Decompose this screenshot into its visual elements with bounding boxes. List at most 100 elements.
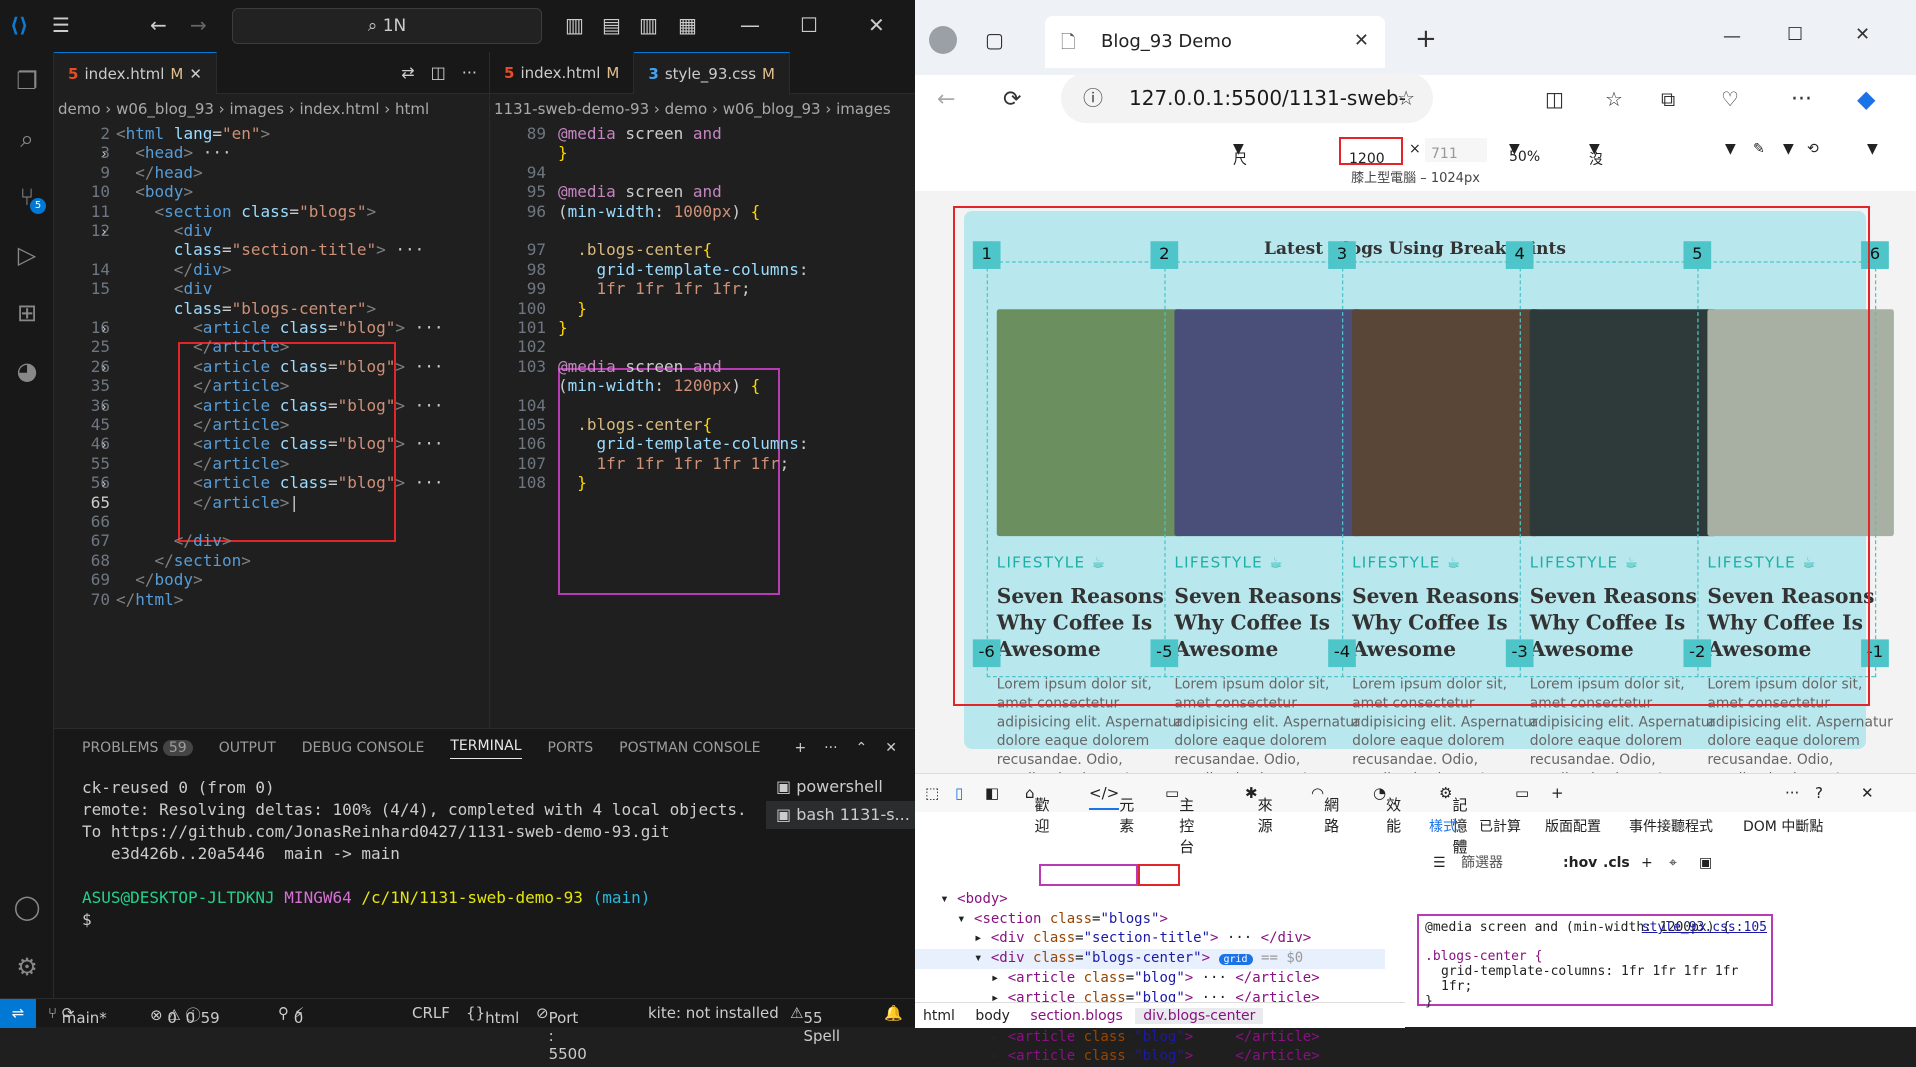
dom-node-selected[interactable]: ▾ <div class="blogs-center"> grid == $0 (915, 948, 1385, 969)
close-icon[interactable]: ✕ (868, 13, 885, 37)
minimize-icon[interactable]: — (1723, 26, 1741, 47)
more-options-icon[interactable]: ▼ (1725, 141, 1736, 157)
help-icon[interactable]: ? (1815, 784, 1823, 802)
tab-more-icon[interactable]: ▭ (1515, 784, 1529, 802)
maximize-icon[interactable]: ☐ (800, 13, 818, 37)
toggle-panel-icon[interactable]: ▤ (602, 13, 621, 37)
new-tab-icon[interactable]: + (1415, 24, 1437, 54)
extensions-icon[interactable]: ⊞ (12, 298, 42, 328)
dock-icon[interactable]: ◧ (985, 784, 999, 802)
zoom-dropdown[interactable]: 50% ▼ (1509, 141, 1540, 165)
eyedropper-icon[interactable]: ✎ (1753, 141, 1765, 157)
back-icon[interactable]: ← (937, 87, 955, 112)
tab-performance[interactable]: ◔ 效能 (1373, 784, 1401, 835)
width-input[interactable]: 1200 (1339, 137, 1403, 167)
dom-node[interactable]: ▾ <body> (915, 890, 1385, 910)
tab-memory[interactable]: ⚙ 記憶體 (1439, 784, 1467, 856)
command-search-input[interactable]: ⌕ 1N (232, 8, 542, 44)
fold-chevron-icon[interactable]: › (100, 223, 108, 242)
device-breakpoint-bar[interactable]: 膝上型電腦 – 1024px (915, 167, 1916, 191)
tab-sources[interactable]: ✱ 來源 (1245, 784, 1273, 835)
eol-indicator[interactable]: CRLF (412, 1004, 450, 1022)
crumb-div[interactable]: div.blogs-center (1135, 1008, 1264, 1024)
tab-ports[interactable]: PORTS (548, 740, 594, 756)
collections-icon[interactable]: ⧉ (1661, 87, 1675, 111)
fold-chevron-icon[interactable]: › (100, 398, 108, 417)
tab-computed[interactable]: 已計算 (1479, 812, 1521, 842)
rule-declaration[interactable]: grid-template-columns: 1fr 1fr 1fr 1fr 1… (1425, 964, 1765, 994)
throttle-dropdown[interactable]: 沒有節流設定 ▼ (1589, 141, 1603, 268)
terminal-item-bash[interactable]: ▣ bash 1131-s... (766, 801, 915, 829)
browser-essentials-icon[interactable]: ♡ (1721, 87, 1739, 111)
refresh-icon[interactable]: ⟳ (1003, 87, 1021, 112)
split-screen-icon[interactable]: ◫ (1545, 87, 1564, 111)
fold-chevron-icon[interactable]: › (100, 359, 108, 378)
breadcrumb[interactable]: 1131-sweb-demo-93 › demo › w06_blog_93 ›… (490, 94, 915, 124)
toggle-secondary-icon[interactable]: ▥ (639, 13, 658, 37)
maximize-panel-icon[interactable]: ⌃ (856, 740, 868, 756)
close-tab-icon[interactable]: ✕ (1354, 30, 1369, 51)
sidebar-toggle-icon[interactable]: ▣ (1699, 848, 1712, 878)
compare-icon[interactable]: ⇄ (401, 63, 414, 82)
dom-node[interactable]: ▸ <article class="blog"> ··· </article> (915, 969, 1385, 989)
rule-source-link[interactable]: style_93.css:105 (1642, 920, 1767, 935)
dom-node[interactable]: ▸ <div class="section-title"> ··· </div> (915, 929, 1385, 949)
more-actions-icon[interactable]: ··· (462, 63, 477, 82)
filter-input[interactable]: 篩選器 (1461, 848, 1503, 878)
remote-icon[interactable]: ⇌ (0, 999, 36, 1028)
tab-elements[interactable]: </> 元素 (1089, 784, 1134, 835)
source-control-icon[interactable]: ⑂ 5 (12, 182, 46, 214)
tab-style-css[interactable]: 3 style_93.css M (634, 52, 790, 94)
more-tools-icon[interactable]: ··· (1785, 784, 1799, 802)
tab-dom-breakpoints[interactable]: DOM 中斷點 (1743, 812, 1823, 842)
tab-index-html-left[interactable]: 5 index.html M ✕ (54, 52, 217, 94)
search-icon[interactable]: ⌕ (12, 124, 42, 154)
settings-gear-icon[interactable]: ⚙ (12, 952, 42, 982)
tab-layout[interactable]: 版面配置 (1545, 812, 1601, 842)
inspect-icon[interactable]: ⬚ (925, 784, 939, 802)
copilot-icon[interactable]: ◆ (1857, 85, 1875, 113)
run-debug-icon[interactable]: ▷ (12, 240, 42, 270)
ports-indicator[interactable]: ⚲ 0 ⚡ (278, 1004, 304, 1027)
tab-debug-console[interactable]: DEBUG CONSOLE (302, 740, 425, 756)
problems-indicator[interactable]: ⊗ 0 ⚠ 0 ⓘ 59 (150, 1004, 220, 1027)
new-rule-icon[interactable]: + (1641, 848, 1653, 878)
tab-event-listeners[interactable]: 事件接聽程式 (1629, 812, 1713, 842)
device-emulation-icon[interactable]: ▯ (955, 784, 963, 802)
profile-avatar[interactable] (929, 26, 957, 54)
cls-toggle[interactable]: .cls (1603, 848, 1630, 878)
dom-node[interactable]: ▸ <article class="blog"> ··· </article> (915, 1028, 1385, 1048)
favorite-star-icon[interactable]: ☆ (1397, 73, 1415, 123)
dom-tree[interactable]: ▾ <body> ▾ <section class="blogs"> ▸ <di… (915, 812, 1385, 1064)
close-devtools-icon[interactable]: ✕ (1861, 784, 1874, 802)
more-actions-icon[interactable]: ··· (824, 740, 837, 756)
hov-toggle[interactable]: :hov (1563, 848, 1597, 878)
tab-network[interactable]: ◠ 網路 (1311, 784, 1339, 835)
height-input[interactable]: 711 (1425, 138, 1487, 162)
add-tab-icon[interactable]: + (1551, 784, 1564, 802)
tab-index-html-right[interactable]: 5 index.html M (490, 52, 635, 94)
tab-styles[interactable]: 樣式 (1429, 812, 1457, 842)
menu-icon[interactable]: ☰ (52, 13, 70, 37)
close-panel-icon[interactable]: ✕ (885, 740, 897, 756)
crumb-html[interactable]: html (915, 1008, 963, 1024)
element-state-icon[interactable]: ⌖ (1669, 848, 1677, 878)
back-icon[interactable]: ← (150, 13, 167, 37)
live-server-port[interactable]: ⊘ Port : 5500 (536, 1004, 587, 1063)
options-dropdown-icon[interactable]: ▼ (1783, 141, 1794, 157)
spell-indicator[interactable]: ⚠ 55 Spell (790, 1004, 840, 1045)
fold-chevron-icon[interactable]: › (100, 436, 108, 455)
breadcrumb[interactable]: demo › w06_blog_93 › images › index.html… (54, 94, 489, 124)
new-terminal-icon[interactable]: + (794, 740, 806, 756)
rotate-icon[interactable]: ⟲ (1807, 141, 1819, 157)
code-area-right[interactable]: 89 94 95 96 97 98 99 100 101 102 103 104 105 106 107 10… (490, 124, 915, 724)
dom-node[interactable]: ▸ <article class="blog"> ··· </article> (915, 1047, 1385, 1067)
more-icon[interactable]: ··· (1791, 87, 1812, 112)
explorer-icon[interactable]: ❐ (12, 66, 42, 96)
layout-icon[interactable]: ▦ (678, 13, 697, 37)
kite-status[interactable]: kite: not installed (648, 1004, 779, 1022)
tab-console[interactable]: ▭ 主控台 (1165, 784, 1194, 856)
split-editor-icon[interactable]: ◫ (431, 63, 446, 82)
close-tab-icon[interactable]: ✕ (189, 65, 202, 83)
branch-indicator[interactable]: ⑂ main* ⟳ (48, 1004, 107, 1027)
